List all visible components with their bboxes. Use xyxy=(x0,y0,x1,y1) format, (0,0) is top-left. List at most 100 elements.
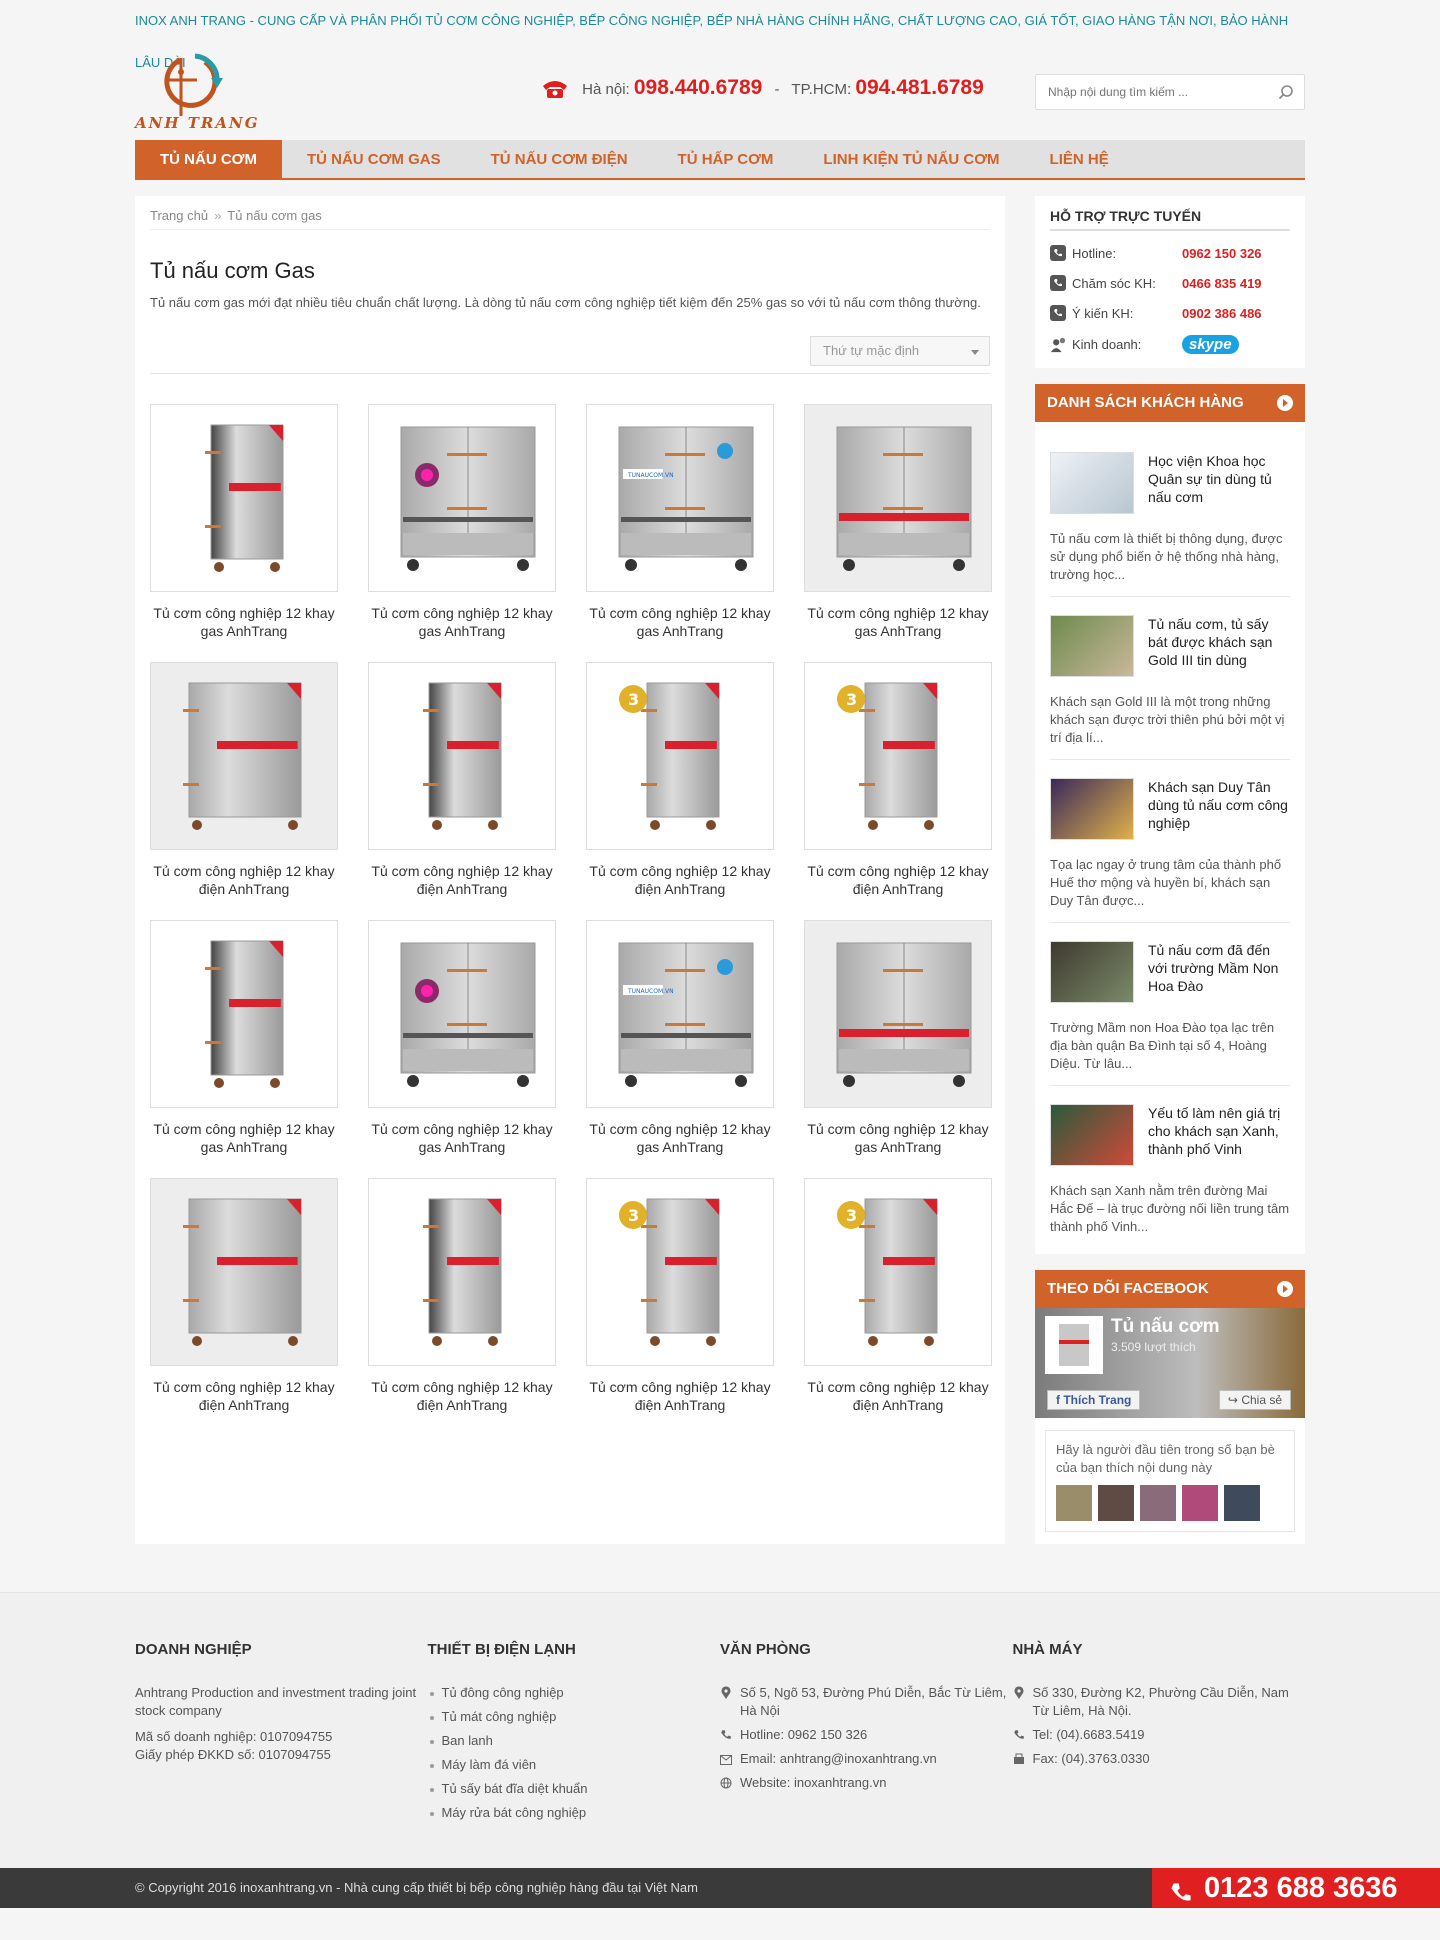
nav-tu-nau-com-gas[interactable]: TỦ NẤU CƠM GAS xyxy=(282,140,466,178)
nav-tu-nau-com[interactable]: TỦ NẤU CƠM xyxy=(135,140,282,178)
product-name[interactable]: Tủ cơm công nghiệp 12 khay gas AnhTrang xyxy=(804,1120,992,1156)
client-title[interactable]: Tủ nấu cơm đã đến với trường Mầm Non Hoa… xyxy=(1148,941,1290,1003)
arrow-right-icon[interactable] xyxy=(1277,1281,1293,1297)
product-image[interactable] xyxy=(368,404,556,592)
product-card[interactable]: TUNAUCOM.VN Tủ cơm công nghiệp 12 khay ga… xyxy=(586,404,774,640)
product-image[interactable] xyxy=(368,920,556,1108)
product-image[interactable]: 3 xyxy=(804,1178,992,1366)
client-thumbnail[interactable] xyxy=(1050,941,1134,1003)
site-logo[interactable]: ANH TRANG xyxy=(135,50,263,132)
product-card[interactable]: Tủ cơm công nghiệp 12 khay gas AnhTrang xyxy=(804,404,992,640)
client-thumbnail[interactable] xyxy=(1050,452,1134,514)
product-name[interactable]: Tủ cơm công nghiệp 12 khay điện AnhTrang xyxy=(368,1378,556,1414)
facebook-like-button[interactable]: f Thích Trang xyxy=(1047,1390,1141,1410)
nav-tu-hap-com[interactable]: TỦ HẤP CƠM xyxy=(653,140,799,178)
nav-linh-kien[interactable]: LINH KIỆN TỦ NẤU CƠM xyxy=(798,140,1024,178)
factory-tel-text[interactable]: Tel: (04).6683.5419 xyxy=(1033,1727,1145,1742)
footer-link[interactable]: Máy làm đá viên xyxy=(428,1756,721,1774)
support-value[interactable]: 0466 835 419 xyxy=(1182,276,1262,291)
facebook-header[interactable]: THEO DÕI FACEBOOK xyxy=(1035,1270,1305,1308)
clients-header[interactable]: DANH SÁCH KHÁCH HÀNG xyxy=(1035,384,1305,422)
product-name[interactable]: Tủ cơm công nghiệp 12 khay gas AnhTrang xyxy=(586,1120,774,1156)
product-card[interactable]: Tủ cơm công nghiệp 12 khay điện AnhTrang xyxy=(368,1178,556,1414)
support-value[interactable]: 0902 386 486 xyxy=(1182,306,1262,321)
product-name[interactable]: Tủ cơm công nghiệp 12 khay gas AnhTrang xyxy=(804,604,992,640)
footer-link[interactable]: Tủ sấy bát đĩa diệt khuẩn xyxy=(428,1780,721,1798)
product-name[interactable]: Tủ cơm công nghiệp 12 khay điện AnhTrang xyxy=(150,862,338,898)
product-name[interactable]: Tủ cơm công nghiệp 12 khay điện AnhTrang xyxy=(368,862,556,898)
facebook-page-name[interactable]: Tủ nấu cơm xyxy=(1111,1316,1220,1338)
product-card[interactable]: Tủ cơm công nghiệp 12 khay gas AnhTrang xyxy=(368,920,556,1156)
floating-hotline[interactable]: 0123 688 3636 xyxy=(1152,1868,1440,1908)
client-thumbnail[interactable] xyxy=(1050,1104,1134,1166)
office-email-text[interactable]: Email: anhtrang@inoxanhtrang.vn xyxy=(740,1751,937,1766)
product-name[interactable]: Tủ cơm công nghiệp 12 khay gas AnhTrang xyxy=(368,1120,556,1156)
product-image[interactable]: 3 xyxy=(804,662,992,850)
product-image[interactable]: 3 xyxy=(586,662,774,850)
client-thumbnail[interactable] xyxy=(1050,615,1134,677)
footer-link[interactable]: Tủ đông công nghiệp xyxy=(428,1684,721,1702)
product-image[interactable] xyxy=(368,1178,556,1366)
product-card[interactable]: 3 Tủ cơm công nghiệp 12 khay điện AnhTran… xyxy=(586,1178,774,1414)
product-image[interactable] xyxy=(804,920,992,1108)
facebook-share-button[interactable]: ↪ Chia sẻ xyxy=(1218,1390,1291,1410)
product-image[interactable] xyxy=(804,404,992,592)
product-card[interactable]: Tủ cơm công nghiệp 12 khay gas AnhTrang xyxy=(368,404,556,640)
facebook-page-avatar[interactable] xyxy=(1045,1316,1103,1374)
friend-avatar[interactable] xyxy=(1182,1485,1218,1521)
product-image[interactable]: 3 xyxy=(586,1178,774,1366)
office-hotline-text[interactable]: Hotline: 0962 150 326 xyxy=(740,1727,867,1742)
client-thumbnail[interactable] xyxy=(1050,778,1134,840)
product-image[interactable]: TUNAUCOM.VN xyxy=(586,404,774,592)
client-title[interactable]: Yếu tố làm nên giá trị cho khách sạn Xan… xyxy=(1148,1104,1290,1166)
product-name[interactable]: Tủ cơm công nghiệp 12 khay điện AnhTrang xyxy=(804,862,992,898)
friend-avatar[interactable] xyxy=(1056,1485,1092,1521)
friend-avatar[interactable] xyxy=(1224,1485,1260,1521)
nav-tu-nau-com-dien[interactable]: TỦ NẤU CƠM ĐIỆN xyxy=(466,140,653,178)
friend-avatar[interactable] xyxy=(1098,1485,1134,1521)
facebook-cover[interactable]: Tủ nấu cơm 3.509 lượt thích f Thích Tran… xyxy=(1035,1308,1305,1418)
breadcrumb-home[interactable]: Trang chủ xyxy=(150,208,208,223)
arrow-right-icon[interactable] xyxy=(1277,395,1293,411)
product-name[interactable]: Tủ cơm công nghiệp 12 khay gas AnhTrang xyxy=(368,604,556,640)
product-name[interactable]: Tủ cơm công nghiệp 12 khay điện AnhTrang xyxy=(586,1378,774,1414)
footer-link[interactable]: Máy rửa bát công nghiệp xyxy=(428,1804,721,1822)
search-icon[interactable] xyxy=(1278,84,1294,103)
search-input[interactable] xyxy=(1036,75,1256,109)
product-card[interactable]: Tủ cơm công nghiệp 12 khay gas AnhTrang xyxy=(150,920,338,1156)
product-card[interactable]: Tủ cơm công nghiệp 12 khay điện AnhTrang xyxy=(368,662,556,898)
product-name[interactable]: Tủ cơm công nghiệp 12 khay điện AnhTrang xyxy=(586,862,774,898)
product-image[interactable] xyxy=(150,1178,338,1366)
product-card[interactable]: 3 Tủ cơm công nghiệp 12 khay điện AnhTran… xyxy=(586,662,774,898)
product-card[interactable]: Tủ cơm công nghiệp 12 khay gas AnhTrang xyxy=(804,920,992,1156)
product-image[interactable] xyxy=(150,662,338,850)
product-card[interactable]: Tủ cơm công nghiệp 12 khay gas AnhTrang xyxy=(150,404,338,640)
sort-select[interactable]: Thứ tự mặc định xyxy=(810,336,990,366)
product-name[interactable]: Tủ cơm công nghiệp 12 khay điện AnhTrang xyxy=(804,1378,992,1414)
client-title[interactable]: Khách sạn Duy Tân dùng tủ nấu cơm công n… xyxy=(1148,778,1290,840)
product-name[interactable]: Tủ cơm công nghiệp 12 khay gas AnhTrang xyxy=(150,1120,338,1156)
product-card[interactable]: TUNAUCOM.VN Tủ cơm công nghiệp 12 khay ga… xyxy=(586,920,774,1156)
footer-link[interactable]: Tủ mát công nghiệp xyxy=(428,1708,721,1726)
friend-avatar[interactable] xyxy=(1140,1485,1176,1521)
footer-link[interactable]: Ban lanh xyxy=(428,1732,721,1750)
client-title[interactable]: Học viện Khoa học Quân sự tin dùng tủ nấ… xyxy=(1148,452,1290,514)
product-card[interactable]: Tủ cơm công nghiệp 12 khay điện AnhTrang xyxy=(150,1178,338,1414)
nav-lien-he[interactable]: LIÊN HỆ xyxy=(1025,140,1134,178)
product-card[interactable]: 3 Tủ cơm công nghiệp 12 khay điện AnhTran… xyxy=(804,662,992,898)
product-image[interactable] xyxy=(368,662,556,850)
product-card[interactable]: Tủ cơm công nghiệp 12 khay điện AnhTrang xyxy=(150,662,338,898)
product-name[interactable]: Tủ cơm công nghiệp 12 khay gas AnhTrang xyxy=(586,604,774,640)
product-image[interactable] xyxy=(150,404,338,592)
office-website-text[interactable]: Website: inoxanhtrang.vn xyxy=(740,1775,886,1790)
product-image[interactable] xyxy=(150,920,338,1108)
support-value[interactable]: 0962 150 326 xyxy=(1182,246,1262,261)
product-card[interactable]: 3 Tủ cơm công nghiệp 12 khay điện AnhTran… xyxy=(804,1178,992,1414)
product-image[interactable]: TUNAUCOM.VN xyxy=(586,920,774,1108)
skype-button[interactable]: skype xyxy=(1182,335,1239,354)
product-name[interactable]: Tủ cơm công nghiệp 12 khay điện AnhTrang xyxy=(150,1378,338,1414)
hanoi-phone[interactable]: 098.440.6789 xyxy=(634,76,762,99)
hcm-phone[interactable]: 094.481.6789 xyxy=(855,76,983,99)
product-name[interactable]: Tủ cơm công nghiệp 12 khay gas AnhTrang xyxy=(150,604,338,640)
client-title[interactable]: Tủ nấu cơm, tủ sấy bát được khách sạn Go… xyxy=(1148,615,1290,677)
